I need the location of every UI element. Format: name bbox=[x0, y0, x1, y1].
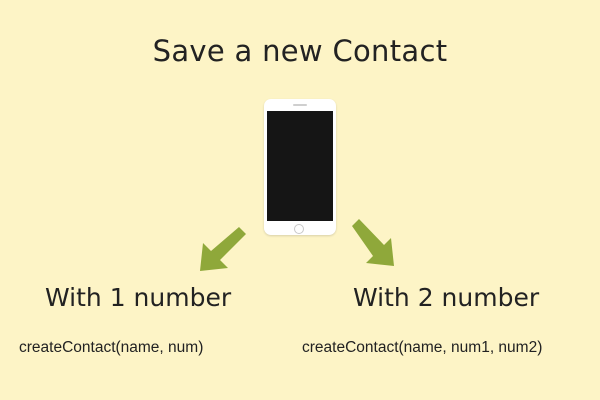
branch-label-two-numbers: With 2 number bbox=[353, 283, 540, 312]
code-create-contact-two-numbers: createContact(name, num1, num2) bbox=[302, 339, 543, 356]
diagram-canvas: Save a new Contact With 1 number With 2 … bbox=[0, 0, 600, 400]
arrow-down-left-icon bbox=[200, 227, 246, 271]
arrow-down-right-icon bbox=[352, 219, 394, 266]
branch-label-one-number: With 1 number bbox=[45, 283, 232, 312]
code-create-contact-one-number: createContact(name, num) bbox=[19, 339, 204, 356]
